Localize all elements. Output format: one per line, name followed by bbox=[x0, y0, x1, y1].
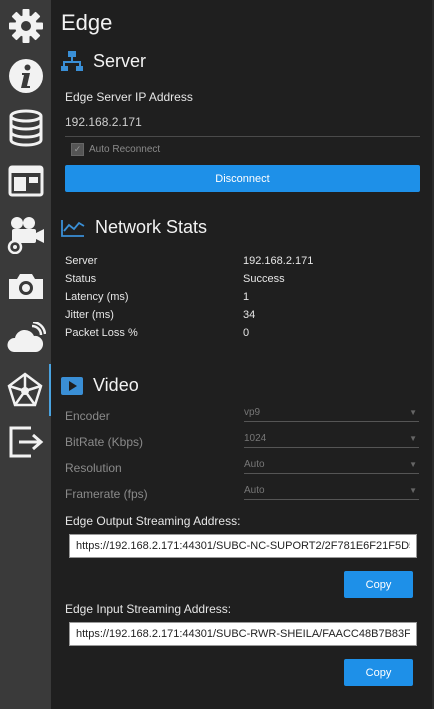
server-heading: Server bbox=[93, 50, 147, 71]
chevron-down-icon: ▼ bbox=[409, 486, 417, 495]
database-icon bbox=[9, 109, 42, 147]
resolution-value: Auto bbox=[244, 459, 265, 470]
stat-label-server: Server bbox=[65, 255, 98, 267]
stat-label-status: Status bbox=[65, 273, 97, 285]
video-play-icon bbox=[61, 376, 83, 395]
cloud-signal-icon bbox=[6, 322, 46, 352]
chevron-down-icon: ▼ bbox=[409, 460, 417, 469]
copy-output-button[interactable]: Copy bbox=[344, 571, 413, 598]
gear-icon bbox=[8, 9, 43, 43]
exit-icon bbox=[9, 426, 43, 458]
disconnect-button[interactable]: Disconnect bbox=[65, 165, 420, 192]
sidebar-item-exit[interactable] bbox=[0, 416, 51, 468]
auto-reconnect-label: Auto Reconnect bbox=[89, 144, 161, 155]
layout-icon bbox=[8, 165, 43, 197]
stat-label-jitter: Jitter (ms) bbox=[65, 309, 114, 321]
chevron-down-icon: ▼ bbox=[409, 434, 417, 443]
server-section-header: Server bbox=[61, 50, 146, 72]
sidebar-item-video-settings[interactable] bbox=[0, 208, 51, 260]
video-heading: Video bbox=[93, 375, 139, 395]
sidebar-item-info[interactable] bbox=[0, 50, 51, 102]
camera-icon bbox=[8, 274, 43, 299]
framerate-select[interactable]: Auto ▼ bbox=[244, 482, 419, 500]
input-address-label: Edge Input Streaming Address: bbox=[65, 602, 232, 616]
stat-value-jitter: 34 bbox=[243, 309, 256, 321]
stat-value-status: Success bbox=[243, 273, 285, 285]
output-address-field[interactable] bbox=[69, 534, 417, 558]
bitrate-select[interactable]: 1024 ▼ bbox=[244, 430, 419, 448]
stat-label-latency: Latency (ms) bbox=[65, 291, 129, 303]
sidebar-item-layout[interactable] bbox=[0, 155, 51, 207]
ip-input-underline bbox=[65, 136, 420, 137]
stat-value-latency: 1 bbox=[243, 291, 250, 303]
resolution-label: Resolution bbox=[65, 461, 122, 475]
sidebar-item-edge[interactable] bbox=[0, 364, 51, 416]
framerate-value: Auto bbox=[244, 485, 265, 496]
output-address-label: Edge Output Streaming Address: bbox=[65, 514, 241, 528]
bitrate-label: BitRate (Kbps) bbox=[65, 435, 144, 449]
stat-value-server: 192.168.2.171 bbox=[243, 255, 314, 267]
info-icon bbox=[8, 59, 43, 93]
sidebar-item-settings[interactable] bbox=[0, 0, 51, 52]
server-network-icon bbox=[61, 51, 83, 71]
network-stats-header: Network Stats bbox=[61, 217, 207, 238]
video-camera-settings-icon bbox=[7, 217, 44, 254]
copy-input-button[interactable]: Copy bbox=[344, 659, 413, 686]
edge-network-icon bbox=[7, 372, 42, 407]
sidebar-item-database[interactable] bbox=[0, 102, 51, 154]
sidebar-item-camera[interactable] bbox=[0, 260, 51, 312]
resolution-select[interactable]: Auto ▼ bbox=[244, 456, 419, 474]
framerate-label: Framerate (fps) bbox=[65, 487, 148, 501]
auto-reconnect-checkbox[interactable]: ✓ bbox=[71, 143, 84, 156]
encoder-select[interactable]: vp9 ▼ bbox=[244, 404, 419, 422]
server-ip-input[interactable]: 192.168.2.171 bbox=[65, 115, 142, 129]
sidebar bbox=[0, 0, 51, 709]
sidebar-item-cloud[interactable] bbox=[0, 313, 51, 365]
network-stats-heading: Network Stats bbox=[95, 217, 208, 237]
stat-label-packet-loss: Packet Loss % bbox=[65, 327, 138, 339]
chevron-down-icon: ▼ bbox=[409, 408, 417, 417]
bitrate-value: 1024 bbox=[244, 433, 267, 444]
line-chart-icon bbox=[61, 219, 85, 237]
video-section-header: Video bbox=[61, 375, 139, 396]
encoder-label: Encoder bbox=[65, 409, 110, 423]
page-title: Edge bbox=[61, 10, 113, 35]
input-address-field[interactable] bbox=[69, 622, 417, 646]
encoder-value: vp9 bbox=[244, 407, 261, 418]
edge-panel: Edge Server Edge Server IP Address 192.1… bbox=[51, 0, 434, 709]
stat-value-packet-loss: 0 bbox=[243, 327, 250, 339]
server-ip-label: Edge Server IP Address bbox=[65, 90, 193, 104]
